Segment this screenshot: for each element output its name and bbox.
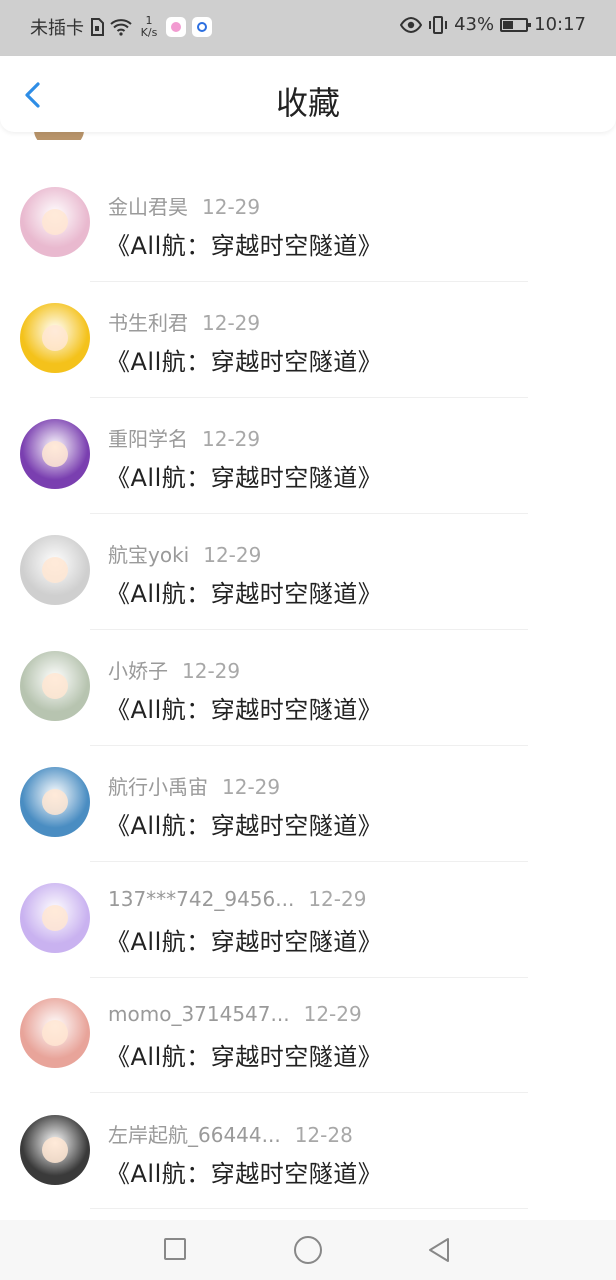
user-name: 重阳学名 bbox=[108, 427, 188, 451]
app-header: 收藏 bbox=[0, 56, 616, 132]
list-item[interactable]: 左岸起航_66444... 12-28 《All航：穿越时空隧道》 bbox=[0, 1094, 616, 1210]
user-name: momo_3714547... bbox=[108, 1002, 290, 1026]
avatar bbox=[20, 998, 90, 1068]
divider bbox=[90, 1092, 528, 1093]
user-name: 小娇子 bbox=[108, 659, 168, 683]
favorite-title: 《All航：穿越时空隧道》 bbox=[106, 580, 383, 608]
user-name: 左岸起航_66444... bbox=[108, 1123, 281, 1147]
system-nav-bar bbox=[0, 1220, 616, 1280]
date: 12-29 bbox=[308, 887, 367, 911]
list-item[interactable]: 航宝yoki 12-29 《All航：穿越时空隧道》 bbox=[0, 514, 616, 630]
list-item[interactable]: 小娇子 12-29 《All航：穿越时空隧道》 bbox=[0, 630, 616, 746]
favorite-title: 《All航：穿越时空隧道》 bbox=[106, 1043, 383, 1071]
user-name: 航行小禹宙 bbox=[108, 775, 208, 799]
list-item[interactable]: momo_3714547... 12-29 《All航：穿越时空隧道》 bbox=[0, 978, 616, 1094]
app-icon-pink bbox=[166, 17, 186, 37]
avatar bbox=[20, 767, 90, 837]
recent-apps-icon[interactable] bbox=[164, 1238, 186, 1260]
status-bar: 未插卡 1 K/s 43% 10:17 bbox=[0, 0, 616, 56]
net-speed: 1 K/s bbox=[140, 14, 158, 39]
favorites-list: 金山君昊 12-29 《All航：穿越时空隧道》 书生利君 12-29 《All航：… bbox=[0, 0, 616, 1280]
list-item[interactable]: 重阳学名 12-29 《All航：穿越时空隧道》 bbox=[0, 398, 616, 514]
list-item[interactable]: 书生利君 12-29 《All航：穿越时空隧道》 bbox=[0, 282, 616, 398]
list-item[interactable]: 金山君昊 12-29 《All航：穿越时空隧道》 bbox=[0, 166, 616, 282]
date: 12-29 bbox=[202, 195, 261, 219]
home-icon[interactable] bbox=[294, 1236, 322, 1264]
date: 12-28 bbox=[294, 1123, 353, 1147]
user-name: 金山君昊 bbox=[108, 195, 188, 219]
date: 12-29 bbox=[203, 543, 262, 567]
battery-icon bbox=[500, 17, 532, 32]
date: 12-29 bbox=[222, 775, 281, 799]
favorite-title: 《All航：穿越时空隧道》 bbox=[106, 696, 383, 724]
divider bbox=[90, 1208, 528, 1209]
date: 12-29 bbox=[202, 311, 261, 335]
avatar bbox=[20, 535, 90, 605]
avatar bbox=[20, 303, 90, 373]
carrier-label: 未插卡 bbox=[30, 18, 84, 39]
back-icon[interactable] bbox=[426, 1236, 452, 1264]
avatar bbox=[20, 187, 90, 257]
list-item[interactable]: 137***742_9456... 12-29 《All航：穿越时空隧道》 bbox=[0, 862, 616, 978]
avatar bbox=[20, 419, 90, 489]
favorite-title: 《All航：穿越时空隧道》 bbox=[106, 1160, 383, 1188]
clock: 10:17 bbox=[534, 14, 586, 35]
user-name: 书生利君 bbox=[108, 311, 188, 335]
date: 12-29 bbox=[303, 1002, 362, 1026]
avatar bbox=[20, 1115, 90, 1185]
app-icon-blue bbox=[192, 17, 212, 37]
sim-icon bbox=[91, 18, 104, 36]
avatar bbox=[20, 883, 90, 953]
user-name: 航宝yoki bbox=[108, 543, 190, 567]
battery-percent: 43% bbox=[454, 14, 495, 35]
user-name: 137***742_9456... bbox=[108, 887, 295, 911]
favorite-title: 《All航：穿越时空隧道》 bbox=[106, 232, 383, 260]
date: 12-29 bbox=[182, 659, 241, 683]
page-title: 收藏 bbox=[275, 84, 340, 122]
favorite-title: 《All航：穿越时空隧道》 bbox=[106, 928, 383, 956]
list-item[interactable]: 航行小禹宙 12-29 《All航：穿越时空隧道》 bbox=[0, 746, 616, 862]
eye-icon bbox=[400, 16, 423, 33]
date: 12-29 bbox=[202, 427, 261, 451]
favorite-title: 《All航：穿越时空隧道》 bbox=[106, 348, 383, 376]
vibrate-icon bbox=[429, 15, 448, 34]
favorite-title: 《All航：穿越时空隧道》 bbox=[106, 812, 383, 840]
wifi-icon bbox=[110, 19, 132, 36]
favorite-title: 《All航：穿越时空隧道》 bbox=[106, 464, 383, 492]
avatar bbox=[20, 651, 90, 721]
